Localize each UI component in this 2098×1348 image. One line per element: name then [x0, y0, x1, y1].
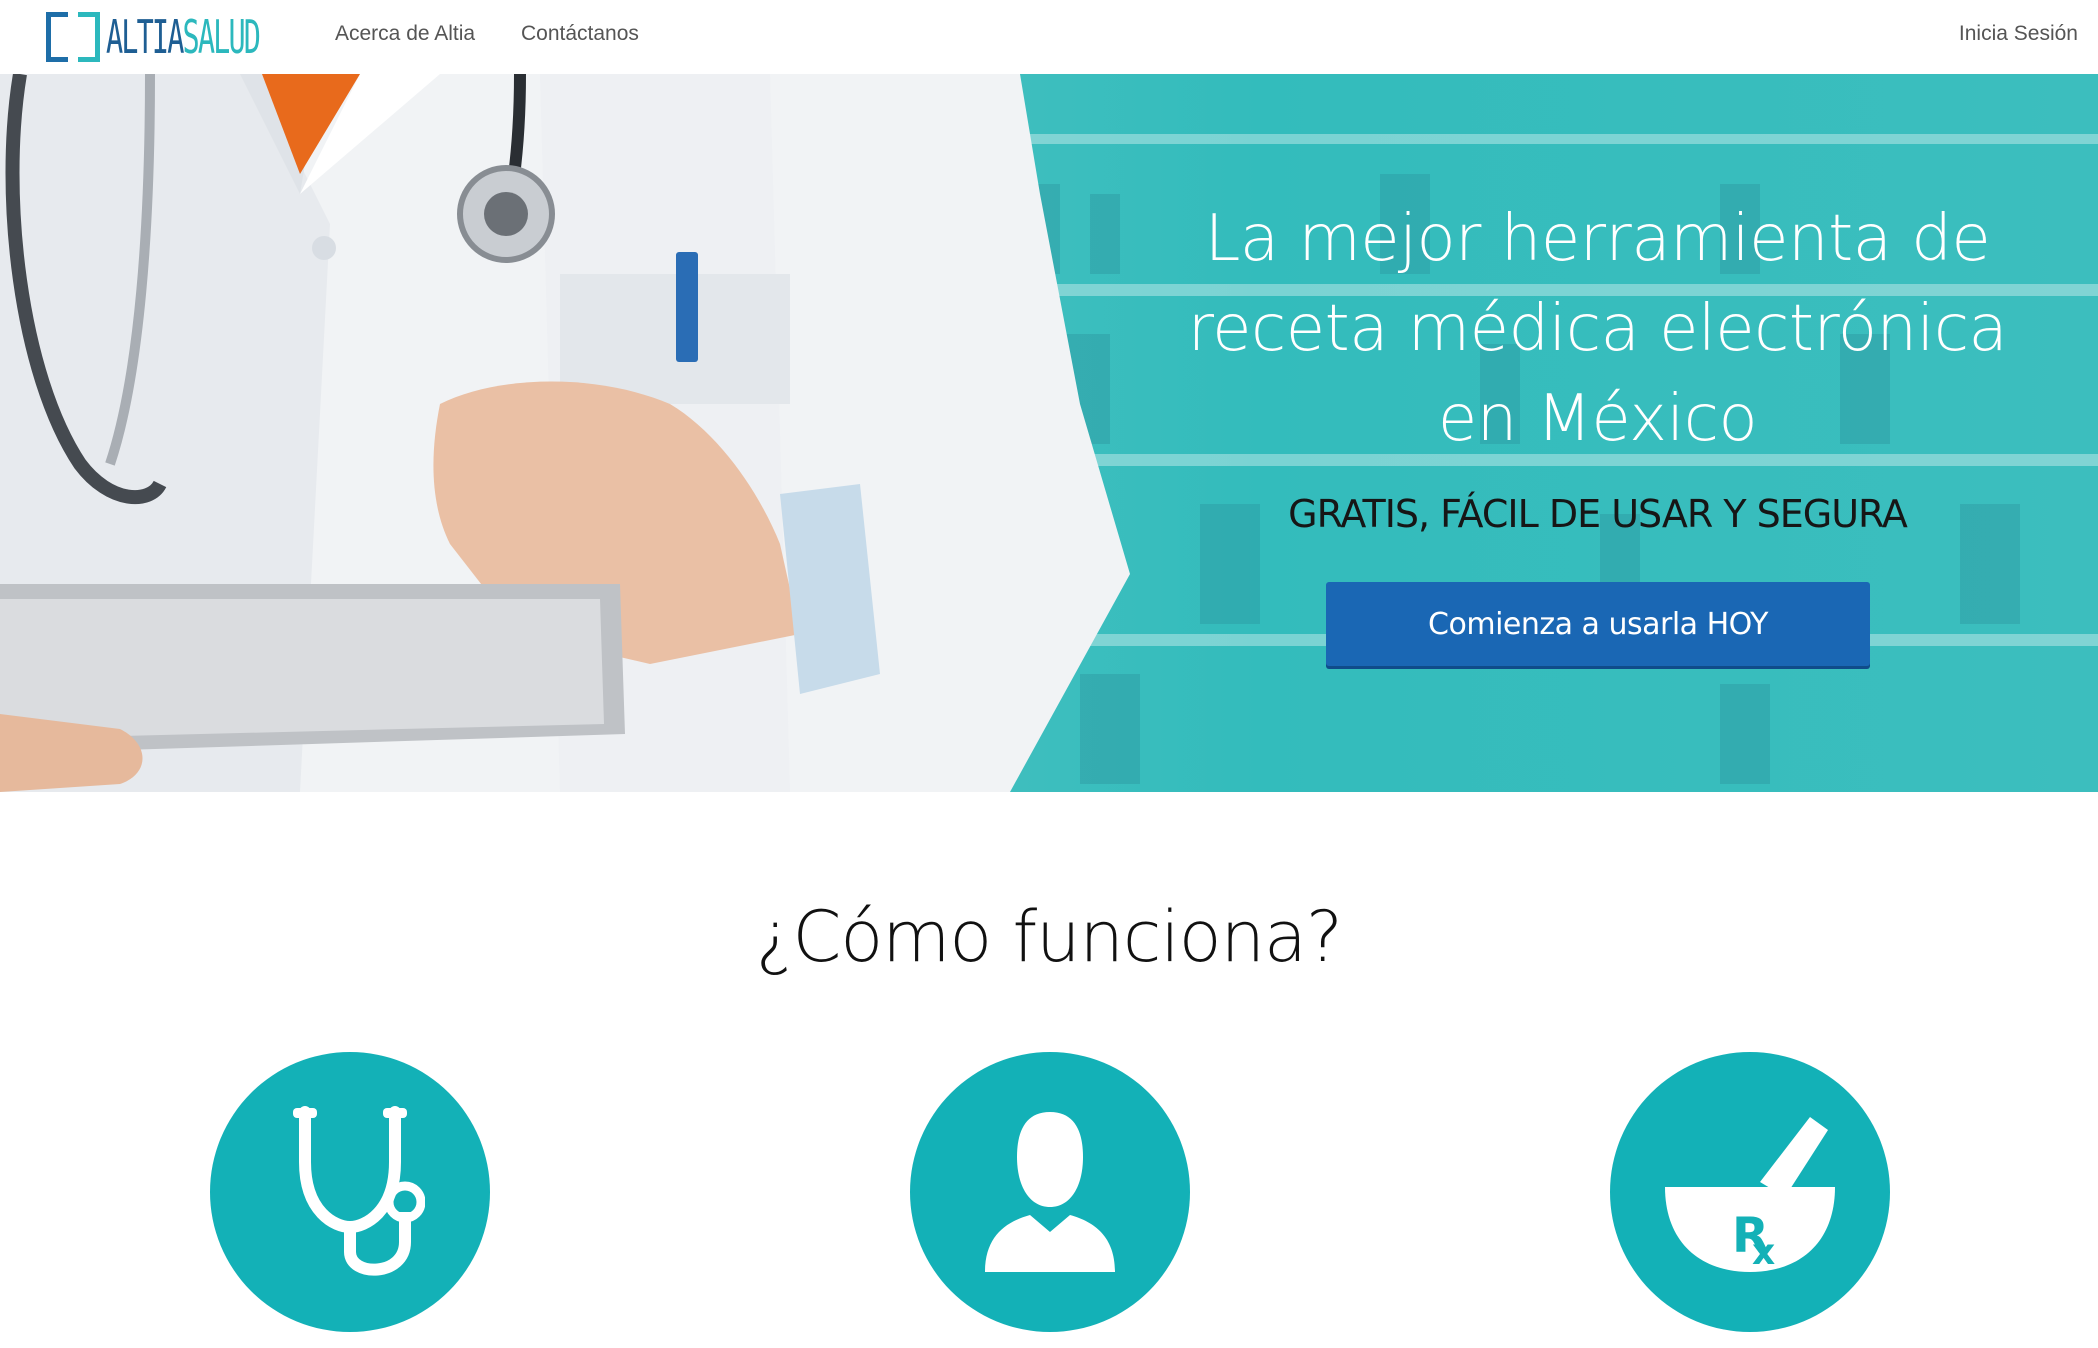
- mortar-pestle-rx-icon: R x: [1665, 1117, 1835, 1273]
- feature-doctor: [210, 1052, 490, 1332]
- altiasalud-logo[interactable]: ALTIASALUD: [46, 10, 353, 64]
- doctor-with-tablet-image: [0, 74, 1130, 792]
- feature-patient: [910, 1052, 1190, 1332]
- svg-text:x: x: [1752, 1232, 1775, 1273]
- how-it-works-title: ¿Cómo funciona?: [755, 896, 1343, 978]
- nav-link-about[interactable]: Acerca de Altia: [335, 22, 475, 46]
- hero-headline: La mejor herramienta de receta médica el…: [1130, 194, 2065, 464]
- patient-icon: [985, 1112, 1115, 1272]
- hero-headline-line-2: receta médica electrónica: [1187, 292, 2008, 366]
- feature-prescription: R x: [1610, 1052, 1890, 1332]
- start-today-button[interactable]: Comienza a usarla HOY: [1326, 582, 1870, 666]
- hero-banner: La mejor herramienta de receta médica el…: [0, 74, 2098, 792]
- stethoscope-icon: [293, 1106, 425, 1276]
- top-navbar: ALTIASALUD Acerca de Altia Contáctanos I…: [0, 0, 2098, 74]
- nav-link-contact[interactable]: Contáctanos: [521, 22, 639, 46]
- hero-subtitle: GRATIS, FÁCIL DE USAR Y SEGURA: [1288, 492, 1908, 536]
- hero-headline-line-1: La mejor herramienta de: [1204, 202, 1991, 276]
- nav-link-login[interactable]: Inicia Sesión: [1959, 22, 2078, 46]
- hero-headline-line-3: en México: [1437, 382, 1758, 456]
- logo-bracket-icon: [46, 12, 100, 62]
- logo-wordmark: ALTIASALUD: [106, 10, 261, 64]
